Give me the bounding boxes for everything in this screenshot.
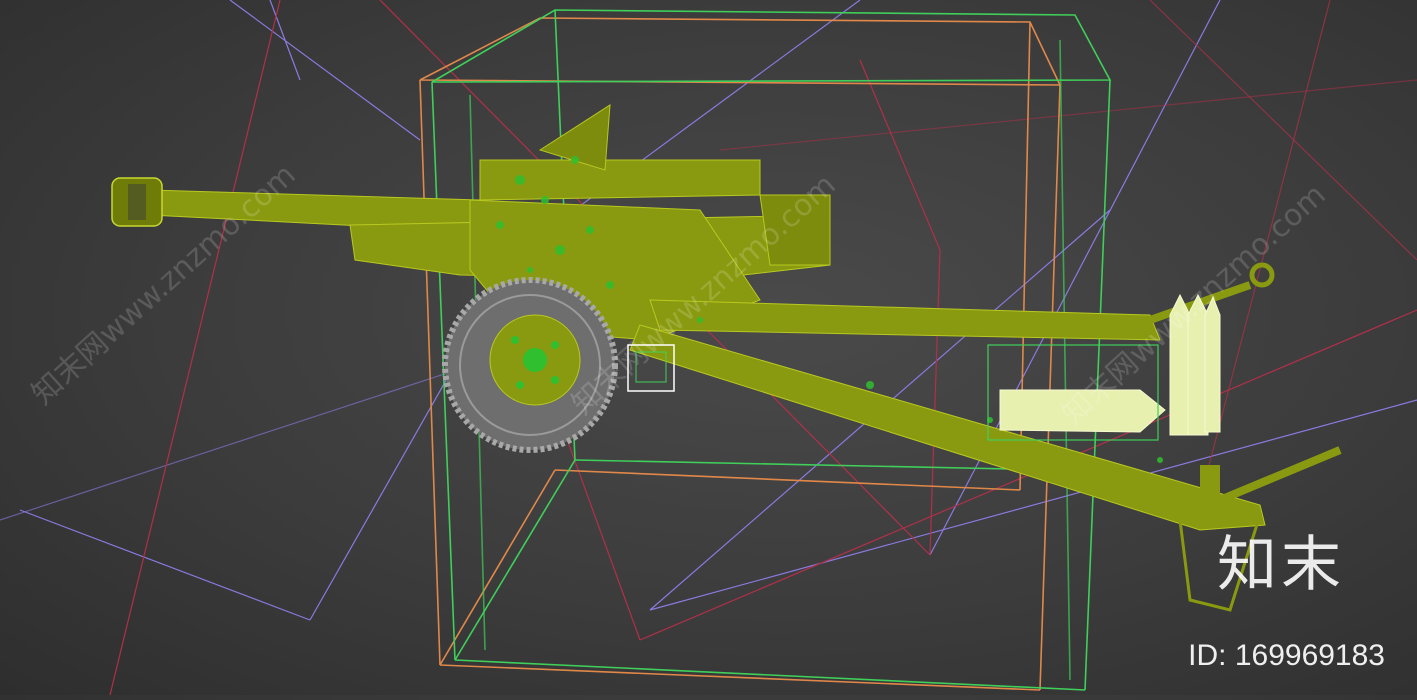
watermark-logo: 知末 xyxy=(1217,530,1345,600)
3d-viewport[interactable]: 知末网www.znzmo.com 知末网www.znzmo.com 知末网www… xyxy=(0,0,1417,696)
viewport-canvas xyxy=(0,0,1417,696)
watermark-id: ID: 169969183 xyxy=(1188,639,1385,672)
